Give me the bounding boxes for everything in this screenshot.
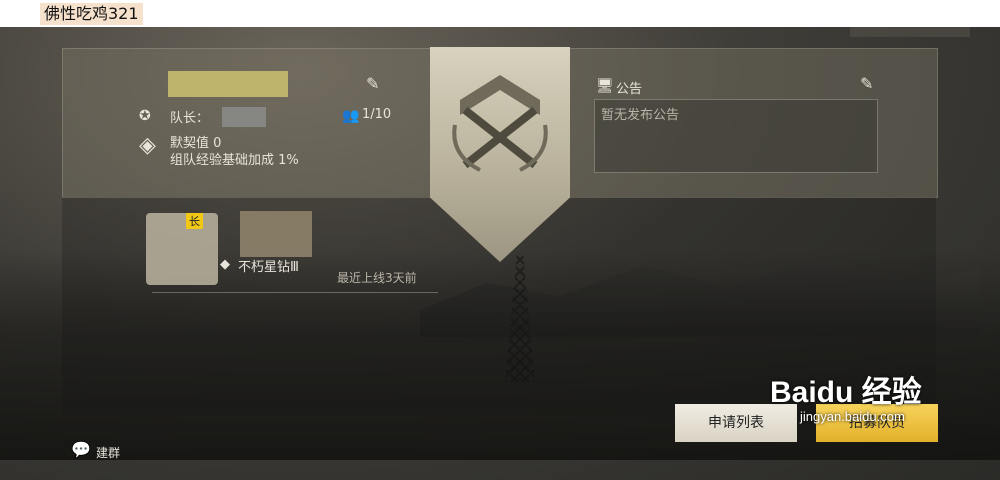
caption-label: 佛性吃鸡321	[40, 3, 143, 25]
crossed-rifles-emblem-icon	[452, 75, 548, 172]
rank-icon: ◆	[220, 257, 230, 272]
wechat-icon[interactable]: 💬	[71, 442, 91, 458]
member-name-blurred	[240, 211, 312, 257]
watermark-brand: Baidu 经验	[770, 376, 922, 409]
exp-bonus: 组队经验基础加成 1%	[170, 153, 299, 168]
team-name-blurred	[168, 71, 288, 97]
member-divider	[152, 292, 438, 293]
team-screen: ✎ ✪ 队长： 👥 1/10 ◈ 默契值 0 组队经验基础加成 1% 🖥 公告 …	[0, 27, 1000, 480]
notice-box[interactable]: 暂无发布公告	[594, 99, 878, 173]
leader-badge: 长	[186, 213, 203, 229]
watermark-url: jingyan.baidu.com	[800, 409, 905, 424]
member-count: 1/10	[362, 107, 392, 122]
member-last-online: 最近上线3天前	[337, 271, 417, 285]
notice-placeholder: 暂无发布公告	[601, 108, 680, 123]
leader-name-blurred	[222, 107, 266, 127]
edit-team-icon[interactable]: ✎	[366, 76, 379, 92]
create-group-link[interactable]: 建群	[96, 444, 120, 461]
member-avatar-blurred[interactable]	[146, 213, 218, 285]
leader-icon: ✪	[139, 108, 151, 124]
members-icon: 👥	[342, 108, 360, 124]
notice-title: 公告	[616, 82, 643, 97]
baidu-watermark: Baidu 经验 jingyan.baidu.com	[770, 367, 922, 424]
edit-notice-icon[interactable]: ✎	[860, 76, 873, 92]
leader-label: 队长：	[170, 111, 210, 126]
tacit-icon: ◈	[139, 133, 156, 158]
top-status-strip	[850, 27, 970, 37]
notice-board-icon: 🖥	[596, 78, 614, 94]
member-rank: 不朽星钻Ⅲ	[238, 260, 299, 275]
